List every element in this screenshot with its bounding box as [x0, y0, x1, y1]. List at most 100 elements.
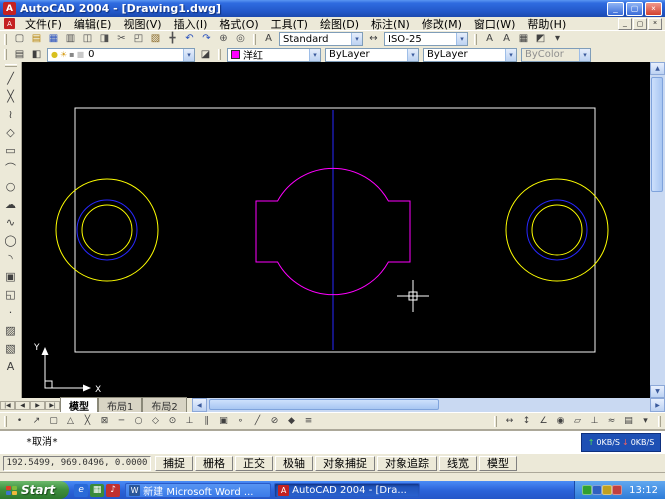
save-icon[interactable]: ▦ — [45, 32, 62, 47]
layout-tab[interactable]: 布局2 — [142, 397, 186, 414]
open-icon[interactable]: ▤ — [28, 32, 45, 47]
tray-icon-4[interactable] — [612, 485, 622, 495]
snap-perpendicular-icon[interactable]: ⊥ — [181, 413, 198, 429]
menu-item[interactable]: 插入(I) — [168, 17, 214, 31]
taskbar-task-button[interactable]: A AutoCAD 2004 - [Dra... — [274, 483, 420, 498]
toolbar-grip[interactable] — [5, 64, 17, 67]
toolbar-grip[interactable] — [4, 416, 7, 427]
tab-nav-button[interactable]: ▶| — [45, 401, 60, 410]
snap-list-icon[interactable]: ≡ — [300, 413, 317, 429]
dim-center-icon[interactable]: ◉ — [552, 413, 569, 429]
lineweight-combo[interactable]: ByLayer ▾ — [423, 48, 517, 62]
menu-item[interactable]: 窗口(W) — [468, 17, 521, 31]
layout-tab[interactable]: 模型 — [60, 397, 98, 414]
chevron-down-icon[interactable]: ▾ — [505, 49, 516, 61]
make-block-icon[interactable]: ◱ — [2, 285, 20, 303]
layer-combo[interactable]: ●☀▪■ 0 ▾ — [47, 48, 195, 62]
status-toggle-button[interactable]: 模型 — [479, 456, 517, 471]
dim-vertical-icon[interactable]: ↕ — [518, 413, 535, 429]
close-button[interactable]: × — [645, 2, 662, 16]
mtext-icon[interactable]: A — [498, 32, 515, 47]
tab-nav-button[interactable]: ▶ — [30, 401, 45, 410]
toolbar-grip[interactable] — [4, 49, 7, 60]
text-style-icon[interactable]: A — [481, 32, 498, 47]
ellipse-arc-icon[interactable]: ◝ — [2, 249, 20, 267]
tab-nav-button[interactable]: |◀ — [0, 401, 15, 410]
dim-parallel-icon[interactable]: ▱ — [569, 413, 586, 429]
snap-quadrant-icon[interactable]: ◇ — [147, 413, 164, 429]
cut-icon[interactable]: ✂ — [113, 32, 130, 47]
snap-none-icon[interactable]: ⊘ — [266, 413, 283, 429]
print-preview-icon[interactable]: ◫ — [79, 32, 96, 47]
status-toggle-button[interactable]: 对象捕捉 — [315, 456, 375, 471]
paste-icon[interactable]: ▧ — [147, 32, 164, 47]
undo-icon[interactable]: ↶ — [181, 32, 198, 47]
rectangle-icon[interactable]: ▭ — [2, 141, 20, 159]
print-icon[interactable]: ▥ — [62, 32, 79, 47]
osnap-settings-icon[interactable]: ◆ — [283, 413, 300, 429]
insert-block-icon[interactable]: ▣ — [2, 267, 20, 285]
menu-item[interactable]: 修改(M) — [416, 17, 468, 31]
status-toggle-button[interactable]: 极轴 — [275, 456, 313, 471]
linetype-combo[interactable]: ByLayer ▾ — [325, 48, 419, 62]
menu-item[interactable]: 文件(F) — [19, 17, 68, 31]
status-toggle-button[interactable]: 线宽 — [439, 456, 477, 471]
dim-tolerance-icon[interactable]: ≈ — [603, 413, 620, 429]
restore-button[interactable]: ▢ — [626, 2, 643, 16]
snap-node-icon[interactable]: ∘ — [232, 413, 249, 429]
scrollbar-track[interactable] — [207, 398, 650, 412]
quick-launch-browser-icon[interactable]: e — [74, 484, 88, 497]
snap-apparent-intersection-icon[interactable]: ⊠ — [96, 413, 113, 429]
text-style-manager-icon[interactable]: A — [260, 32, 277, 47]
dim-style-combo[interactable]: ISO-25 ▾ — [384, 32, 468, 46]
quick-launch-desktop-icon[interactable]: ▦ — [90, 484, 104, 497]
outer-rectangle[interactable] — [75, 108, 595, 352]
quick-launch-media-icon[interactable]: ♪ — [106, 484, 120, 497]
scrollbar-track[interactable] — [650, 75, 665, 385]
table-icon[interactable]: ▦ — [515, 32, 532, 47]
menu-item[interactable]: 格式(O) — [213, 17, 264, 31]
line-icon[interactable]: ╱ — [2, 69, 20, 87]
make-object-layer-current-icon[interactable]: ◪ — [197, 47, 214, 62]
text-style-combo[interactable]: Standard ▾ — [279, 32, 363, 46]
dim-style-icon[interactable]: ▤ — [620, 413, 637, 429]
layer-states-icon[interactable]: ◧ — [28, 47, 45, 62]
snap-midpoint-icon[interactable]: △ — [62, 413, 79, 429]
menu-item[interactable]: 编辑(E) — [68, 17, 118, 31]
scrollbar-thumb[interactable] — [209, 399, 439, 410]
region-icon[interactable]: ▧ — [2, 339, 20, 357]
toolbar-grip[interactable] — [474, 34, 477, 45]
chevron-down-icon[interactable]: ▾ — [351, 33, 362, 45]
toolbar-more-icon[interactable]: ▾ — [637, 413, 654, 429]
scroll-down-icon[interactable]: ▼ — [650, 385, 665, 398]
publish-icon[interactable]: ◨ — [96, 32, 113, 47]
horizontal-scrollbar[interactable]: ◀ ▶ — [192, 398, 665, 412]
tray-icon-3[interactable] — [602, 485, 612, 495]
status-toggle-button[interactable]: 对象追踪 — [377, 456, 437, 471]
toolbar-grip[interactable] — [253, 34, 256, 45]
dim-style-manager-icon[interactable]: ↔ — [365, 32, 382, 47]
snap-tangent-icon[interactable]: ⊙ — [164, 413, 181, 429]
polyline-icon[interactable]: ≀ — [2, 105, 20, 123]
match-properties-icon[interactable]: ╋ — [164, 32, 181, 47]
copy-icon[interactable]: ◰ — [130, 32, 147, 47]
right-bolt-circles[interactable] — [506, 179, 608, 281]
taskbar-task-button[interactable]: W 新建 Microsoft Word ... — [125, 483, 271, 498]
scroll-left-icon[interactable]: ◀ — [192, 398, 207, 412]
point-icon[interactable]: · — [2, 303, 20, 321]
toolbar-grip[interactable] — [494, 416, 497, 427]
snap-center-icon[interactable]: ○ — [130, 413, 147, 429]
snap-parallel-icon[interactable]: ∥ — [198, 413, 215, 429]
menu-item[interactable]: 视图(V) — [117, 17, 167, 31]
chevron-down-icon[interactable]: ▾ — [456, 33, 467, 45]
chevron-down-icon[interactable]: ▾ — [183, 49, 194, 61]
color-combo[interactable]: 洋红 ▾ — [227, 48, 321, 62]
arc-icon[interactable]: ⌒ — [2, 159, 20, 177]
vertical-scrollbar[interactable]: ▲ ▼ — [650, 62, 665, 398]
left-bolt-circles[interactable] — [56, 179, 158, 281]
temporary-track-point-icon[interactable]: • — [11, 413, 28, 429]
tool-palettes-icon[interactable]: ◩ — [532, 32, 549, 47]
tray-icon-2[interactable] — [592, 485, 602, 495]
toolbar-overflow-icon[interactable]: ▾ — [549, 32, 566, 47]
snap-insert-icon[interactable]: ▣ — [215, 413, 232, 429]
